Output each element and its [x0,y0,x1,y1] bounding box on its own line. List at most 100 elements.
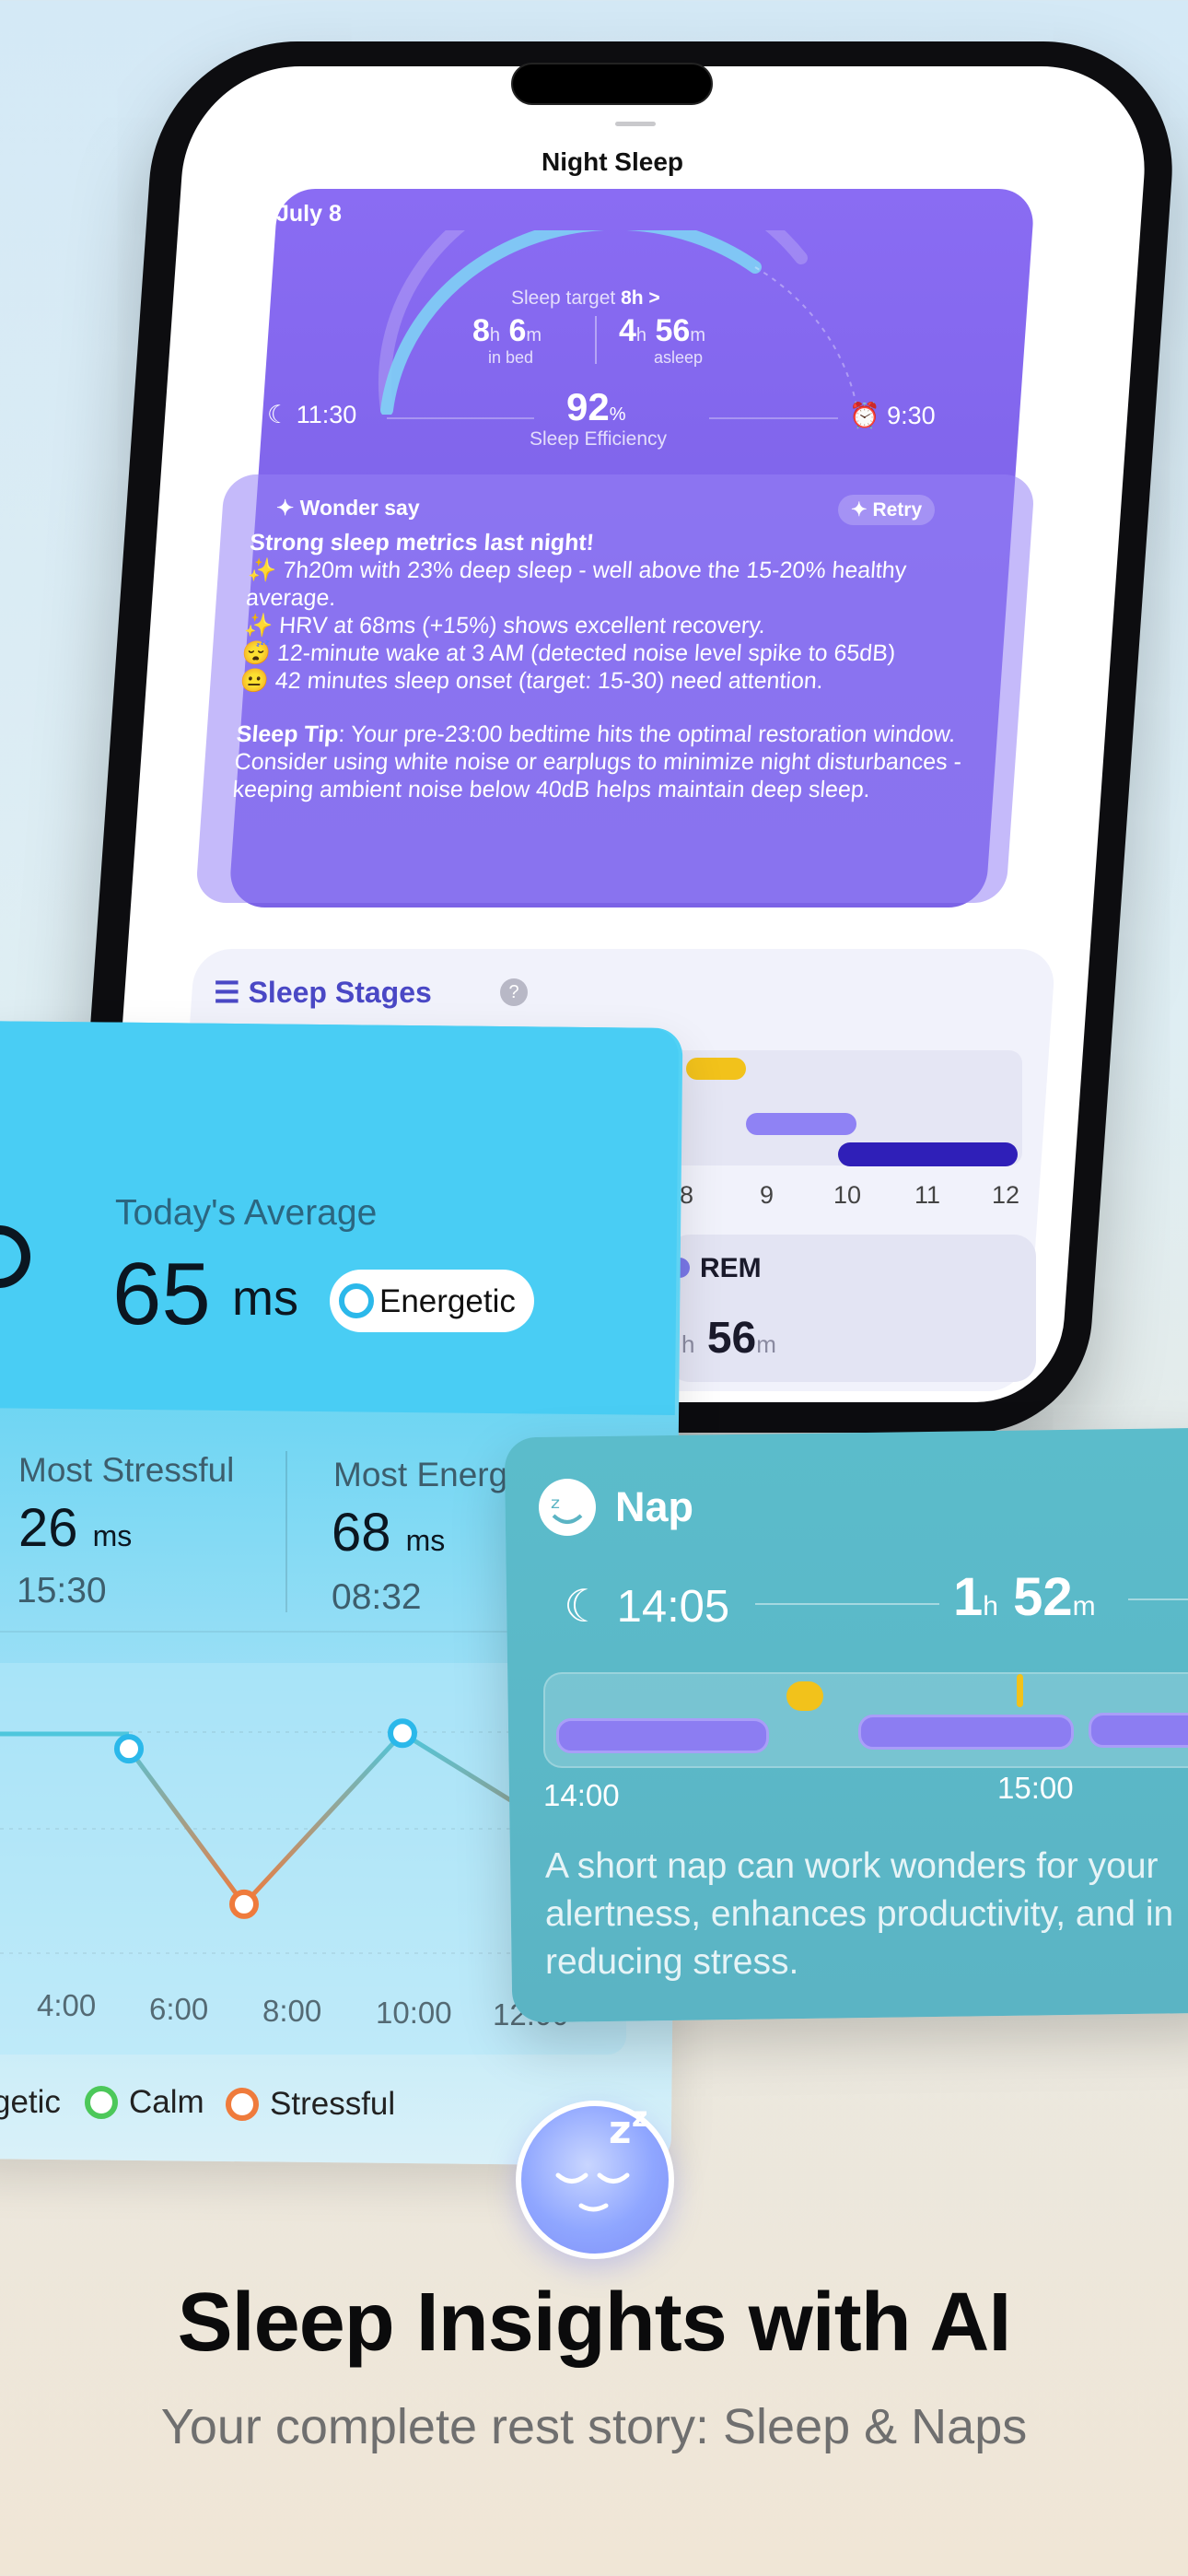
sheet-title: Night Sleep [541,147,683,176]
today-average-unit: ms [232,1270,298,1326]
moon-icon: ☾ [267,401,290,428]
most-energetic-label: Most Energ [333,1456,508,1493]
nap-description: A short nap can work wonders for your al… [545,1846,1174,1982]
legend-energetic: getic [0,2084,61,2120]
ai-line: 😐 42 minutes sleep onset (target: 15-30)… [239,668,824,694]
stage-tick: 11 [914,1181,941,1209]
sleep-tip: Sleep Tip: Your pre-23:00 bedtime hits t… [231,721,963,802]
stages-icon: ☰ [214,976,240,1009]
in-bed-label: in bed [488,348,534,367]
headline: Sleep Insights with AI [177,2277,1012,2369]
legend-calm: Calm [129,2084,204,2120]
alarm-icon: ⏰ [849,402,880,429]
sleep-target-label: Sleep target [511,287,616,309]
wake-time: ⏰ 9:30 [849,401,936,430]
nap-sleep-segment [556,1718,769,1753]
timeline-line-right [709,417,838,419]
svg-text:z: z [632,2106,647,2134]
ai-line: ✨ 7h20m with 23% deep sleep - well above… [245,557,908,611]
x-tick: 8:00 [262,1994,322,2028]
nap-start-value: 14:05 [616,1582,730,1632]
status-time: 9:41 [355,68,400,93]
deep-segment [838,1142,1018,1166]
nap-x-tick: 15:00 [997,1771,1074,1805]
ai-title: ✦ Wonder say [276,496,420,521]
subheadline: Your complete rest story: Sleep & Naps [160,2399,1028,2454]
hrv-data-point[interactable] [388,1718,417,1749]
stat-divider [285,1451,287,1612]
ai-heading: Strong sleep metrics last night! [249,530,596,556]
ai-title-text: Wonder say [299,496,420,520]
most-stressful-time: 15:30 [17,1571,107,1610]
today-average-value: 65 [112,1245,211,1343]
stages-chart [640,1050,1022,1166]
dynamic-island [511,63,713,105]
x-tick: 10:00 [376,1996,452,2030]
nap-timeline [543,1672,1188,1768]
stat-divider [595,316,597,364]
legend-calm-dot [85,2086,118,2119]
nap-duration: 1h 52m [953,1567,1096,1627]
sleep-target[interactable]: Sleep target 8h > [511,287,660,310]
most-stressful-value: 26 ms [18,1498,133,1558]
most-energetic-time: 08:32 [332,1577,422,1617]
wake-value: 9:30 [887,402,936,429]
sleep-date: July 8 [276,201,342,227]
sleep-efficiency-value: 92% [566,385,626,428]
x-tick: 4:00 [37,1988,97,2022]
rem-segment [746,1113,856,1135]
retry-label: Retry [872,499,923,521]
nap-sleep-segment [858,1715,1074,1750]
nap-x-tick: 14:00 [543,1778,620,1812]
retry-button[interactable]: ✦ Retry [838,495,936,525]
legend-stressful-dot [226,2088,259,2121]
nap-start: ☾ 14:05 [564,1580,729,1633]
moon-icon: ☾ [564,1582,604,1632]
sleep-efficiency-label: Sleep Efficiency [530,428,668,450]
asleep-value: 4h 56m [619,313,705,348]
awake-segment [686,1058,746,1080]
sleep-stages-title: ☰ Sleep Stages [214,976,432,1009]
nap-title: Nap [615,1483,694,1530]
signal-icon: ▮▮▮ [760,70,794,93]
stage-tick: 9 [760,1181,775,1209]
status-badge-label: Energetic [379,1283,516,1319]
sheet-handle[interactable] [615,122,656,126]
help-icon[interactable]: ? [500,978,528,1006]
nap-sleep-segment [1089,1713,1188,1748]
most-energetic-value: 68 ms [332,1503,446,1563]
in-bed-value: 8h 6m [472,313,542,348]
today-average-label: Today's Average [115,1193,378,1233]
most-stressful-label: Most Stressful [18,1451,235,1489]
nap-timeline-line [1128,1598,1188,1600]
sleep-target-value: 8h > [621,287,660,309]
hrv-data-point[interactable] [114,1734,144,1764]
asleep-label: asleep [654,348,704,367]
x-tick: 6:00 [149,1992,209,2026]
rem-label: REM [700,1253,762,1283]
nap-awake-marker [1017,1674,1023,1707]
ai-insight-text: Strong sleep metrics last night! ✨ 7h20m… [232,529,988,803]
stage-tick: 10 [833,1181,862,1209]
bedtime: ☾ 11:30 [267,401,356,429]
hrv-data-point[interactable] [229,1889,259,1919]
ai-line: 😴 12-minute wake at 3 AM (detected noise… [241,640,897,666]
energetic-dot [339,1283,374,1318]
nap-awake-segment [786,1681,823,1711]
sleepy-mascot-icon: z z [516,2101,674,2259]
battery-icon [821,75,859,92]
nap-timeline-line [755,1603,939,1605]
svg-text:z: z [609,2107,631,2152]
sparkle-icon: ✦ [276,496,295,520]
legend-stressful: Stressful [270,2086,396,2122]
timeline-line-left [387,417,534,419]
rem-value: h 56m [681,1314,776,1363]
sparkle-icon: ✦ [851,499,868,521]
wifi-icon: ◠ [798,70,817,93]
stage-tick: 12 [992,1181,1020,1209]
stage-tick: 8 [680,1181,694,1209]
sleepy-face-icon: ᶻ [539,1479,596,1536]
status-icons: ▮▮▮ ◠ [760,70,859,94]
bedtime-value: 11:30 [296,401,357,428]
ai-line: ✨ HRV at 68ms (+15%) shows excellent rec… [243,613,766,638]
